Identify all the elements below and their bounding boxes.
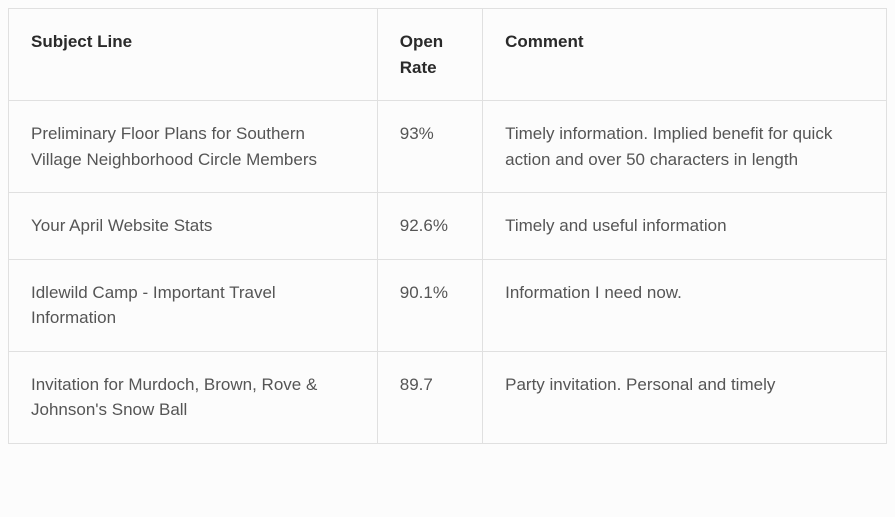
subject-lines-table: Subject Line Open Rate Comment Prelimina…	[8, 8, 887, 444]
cell-subject-line: Invitation for Murdoch, Brown, Rove & Jo…	[9, 351, 378, 443]
cell-open-rate: 92.6%	[377, 193, 482, 260]
cell-open-rate: 93%	[377, 101, 482, 193]
header-subject-line: Subject Line	[9, 9, 378, 101]
cell-open-rate: 89.7	[377, 351, 482, 443]
cell-comment: Timely information. Implied benefit for …	[483, 101, 887, 193]
cell-comment: Party invitation. Personal and timely	[483, 351, 887, 443]
header-comment: Comment	[483, 9, 887, 101]
cell-comment: Information I need now.	[483, 259, 887, 351]
table-row: Your April Website Stats 92.6% Timely an…	[9, 193, 887, 260]
table-row: Preliminary Floor Plans for Southern Vil…	[9, 101, 887, 193]
cell-subject-line: Idlewild Camp - Important Travel Informa…	[9, 259, 378, 351]
cell-open-rate: 90.1%	[377, 259, 482, 351]
table-row: Idlewild Camp - Important Travel Informa…	[9, 259, 887, 351]
table-header-row: Subject Line Open Rate Comment	[9, 9, 887, 101]
cell-subject-line: Preliminary Floor Plans for Southern Vil…	[9, 101, 378, 193]
cell-subject-line: Your April Website Stats	[9, 193, 378, 260]
header-open-rate: Open Rate	[377, 9, 482, 101]
cell-comment: Timely and useful information	[483, 193, 887, 260]
table-row: Invitation for Murdoch, Brown, Rove & Jo…	[9, 351, 887, 443]
